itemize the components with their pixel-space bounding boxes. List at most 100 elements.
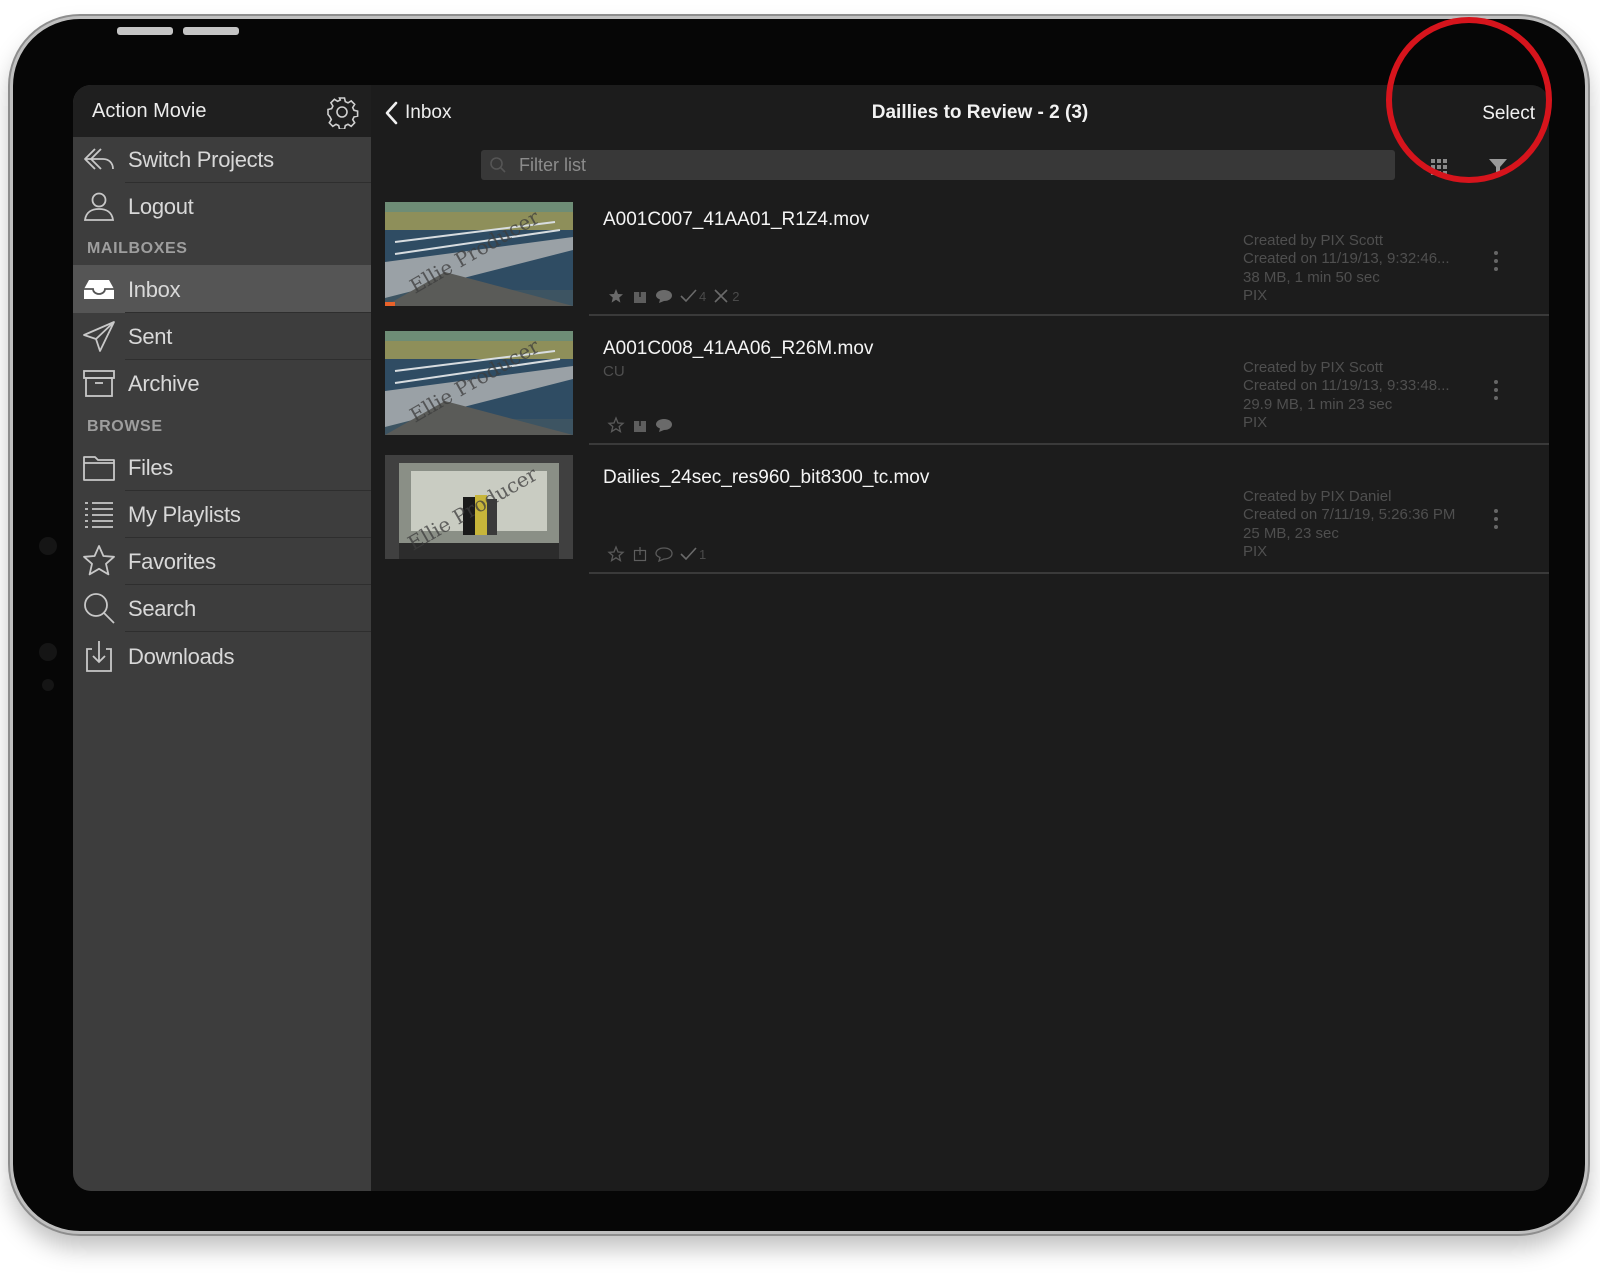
created-on: Created on 11/19/13, 9:33:48...	[1243, 377, 1450, 395]
created-by: Created by PIX Scott	[1243, 232, 1384, 249]
progress-indicator	[385, 302, 395, 306]
source: PIX	[1243, 287, 1268, 305]
sidebar-item-label: My Playlists	[128, 502, 241, 527]
source: PIX	[1243, 543, 1268, 561]
download-icon	[86, 641, 112, 672]
sidebar-header: Action Movie	[73, 85, 371, 137]
sidebar-item-archive[interactable]: Archive	[73, 359, 371, 407]
star-filled-icon[interactable]	[607, 287, 625, 305]
sidebar-item-label: Archive	[128, 371, 200, 396]
size-duration: 29.9 MB, 1 min 23 sec	[1243, 395, 1393, 413]
file-status-icons: 1	[607, 544, 712, 564]
sidebar-item-label: Logout	[128, 194, 194, 219]
sidebar-item-favorites[interactable]: Favorites	[73, 537, 371, 585]
user-icon	[83, 192, 115, 221]
file-metadata: Created by PIX Scott Created on 11/19/13…	[1243, 359, 1450, 433]
sidebar: Action Movie Switch Projects Logout MAIL…	[73, 85, 371, 1191]
sidebar-item-label: Files	[128, 455, 173, 480]
navigation-bar: Inbox Daillies to Review - 2 (3) Select	[371, 85, 1549, 137]
divider	[589, 314, 1549, 316]
camera-dot	[42, 679, 54, 691]
playlist-icon	[85, 502, 113, 528]
divider	[589, 572, 1549, 574]
more-options-icon[interactable]	[1491, 507, 1501, 531]
sidebar-item-my-playlists[interactable]: My Playlists	[73, 490, 371, 538]
video-thumbnail: Ellie Producer	[385, 202, 573, 306]
sidebar-item-label: Search	[128, 596, 196, 621]
source: PIX	[1243, 414, 1268, 432]
project-title: Action Movie	[92, 100, 207, 122]
gear-icon[interactable]	[325, 95, 359, 129]
section-header-browse: BROWSE	[87, 418, 163, 435]
checkmark-icon	[680, 547, 697, 561]
search-icon	[84, 593, 115, 624]
star-icon	[83, 545, 115, 576]
more-options-icon[interactable]	[1491, 378, 1501, 402]
list-item[interactable]: Ellie Producer A001C008_41AA06_R26M.mov …	[371, 322, 1549, 450]
volume-button	[183, 27, 239, 35]
reply-arrow-icon	[84, 148, 114, 170]
file-status-icons: 4 2	[607, 286, 745, 306]
sidebar-item-search[interactable]: Search	[73, 584, 371, 632]
comment-outline-icon[interactable]	[655, 545, 673, 563]
created-by: Created by PIX Scott	[1243, 359, 1384, 376]
page-title: Daillies to Review - 2 (3)	[871, 102, 1089, 123]
sidebar-item-label: Sent	[128, 324, 173, 349]
reject-x-icon	[714, 289, 728, 303]
approved-count: 1	[699, 546, 707, 562]
sidebar-item-sent[interactable]: Sent	[73, 312, 371, 360]
sidebar-item-inbox[interactable]: Inbox	[73, 265, 371, 313]
sidebar-item-label: Downloads	[128, 644, 235, 669]
file-metadata: Created by PIX Scott Created on 11/19/13…	[1243, 232, 1450, 306]
download-status-icon	[634, 289, 646, 303]
created-on: Created on 7/11/19, 5:26:36 PM	[1243, 506, 1456, 524]
search-icon	[490, 157, 506, 173]
video-thumbnail: Ellie Producer	[385, 455, 573, 559]
volume-button	[117, 27, 173, 35]
paper-plane-icon	[83, 321, 115, 352]
main-panel: Inbox Daillies to Review - 2 (3) Select	[371, 85, 1549, 1191]
sidebar-item-downloads[interactable]: Downloads	[73, 632, 371, 680]
file-name: A001C007_41AA01_R1Z4.mov	[603, 209, 870, 230]
video-thumbnail: Ellie Producer	[385, 331, 573, 435]
size-duration: 38 MB, 1 min 50 sec	[1243, 268, 1380, 286]
highlight-circle	[1386, 17, 1552, 183]
archive-box-icon	[83, 370, 115, 397]
camera-dot	[39, 537, 57, 555]
more-options-icon[interactable]	[1491, 249, 1501, 273]
sidebar-item-files[interactable]: Files	[73, 443, 371, 491]
sidebar-item-label: Inbox	[128, 277, 181, 302]
list-item[interactable]: Ellie Producer A001C007_41AA01_R1Z4.mov …	[371, 193, 1549, 321]
filter-field[interactable]	[481, 150, 1395, 180]
rejected-count: 2	[732, 288, 740, 304]
star-outline-icon[interactable]	[607, 416, 625, 434]
camera-dot	[39, 643, 57, 661]
sidebar-item-label: Favorites	[128, 549, 216, 574]
comment-filled-icon[interactable]	[655, 287, 673, 305]
checkmark-icon	[680, 289, 697, 303]
file-name: A001C008_41AA06_R26M.mov	[603, 338, 874, 359]
app-screen: Action Movie Switch Projects Logout MAIL…	[73, 85, 1549, 1191]
section-header-mailboxes: MAILBOXES	[87, 240, 188, 257]
inbox-icon	[84, 280, 114, 299]
divider	[589, 443, 1549, 445]
ipad-frame: Action Movie Switch Projects Logout MAIL…	[10, 16, 1588, 1234]
file-subtitle: CU	[603, 363, 625, 380]
file-status-icons	[607, 415, 679, 435]
size-duration: 25 MB, 23 sec	[1243, 524, 1339, 542]
list-item[interactable]: Ellie Producer Dailies_24sec_res960_bit8…	[371, 451, 1549, 579]
created-on: Created on 11/19/13, 9:32:46...	[1243, 250, 1450, 268]
filter-input[interactable]	[519, 150, 1379, 180]
download-status-icon	[634, 418, 646, 432]
sidebar-item-label: Switch Projects	[128, 147, 274, 172]
star-outline-icon[interactable]	[607, 545, 625, 563]
folder-icon	[83, 456, 115, 481]
created-by: Created by PIX Daniel	[1243, 488, 1392, 505]
sidebar-item-switch-projects[interactable]: Switch Projects	[73, 135, 371, 183]
sidebar-item-logout[interactable]: Logout	[73, 182, 371, 230]
file-metadata: Created by PIX Daniel Created on 7/11/19…	[1243, 488, 1455, 562]
comment-filled-icon[interactable]	[655, 416, 673, 434]
download-outline-icon	[633, 547, 647, 562]
file-name: Dailies_24sec_res960_bit8300_tc.mov	[603, 467, 930, 488]
approved-count: 4	[699, 288, 707, 304]
